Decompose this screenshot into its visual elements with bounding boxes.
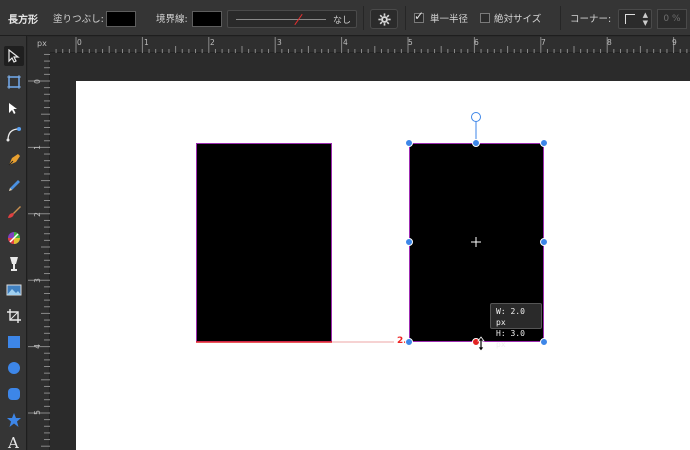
h-ruler-label: 3 (277, 38, 282, 47)
v-ruler-label: 1 (32, 145, 42, 150)
rotation-handle[interactable] (471, 112, 481, 122)
horizontal-ruler[interactable]: 0 1 2 3 4 5 6 7 8 9 (50, 37, 690, 53)
stroke-color-swatch[interactable] (192, 11, 222, 27)
resize-handle-left[interactable] (405, 238, 413, 246)
single-radius-label: 単一半径 (430, 14, 469, 25)
corner-tool-icon (6, 127, 21, 142)
pen-tool-icon (8, 154, 20, 166)
h-ruler-label: 2 (210, 38, 215, 47)
corner-shape-icon (625, 14, 635, 24)
corner-radius-input[interactable]: 0 % (657, 9, 687, 29)
context-toolbar: 長方形 塗りつぶし: 境界線: なし 単一半径 絶対サイズ コーナー: ▲▼ 0 (0, 0, 690, 36)
resize-handle-right[interactable] (540, 238, 548, 246)
corner-type-dropdown[interactable]: ▲ ▼ (618, 9, 652, 29)
move-tool-icon (8, 49, 20, 63)
stroke-label: 境界線: (156, 14, 188, 25)
tooltip-width: W: 2.0 px (496, 307, 525, 327)
h-ruler-label: 7 (541, 38, 546, 47)
toolbar-divider (405, 6, 406, 30)
fill-tool-icon (8, 232, 20, 244)
ellipse-tool[interactable] (4, 358, 24, 378)
h-ruler-label: 5 (408, 38, 413, 47)
h-ruler-label: 0 (77, 38, 82, 47)
artboard-tool[interactable] (4, 72, 24, 92)
move-tool[interactable] (4, 46, 24, 66)
text-tool[interactable]: A (4, 432, 24, 450)
absolute-size-label: 絶対サイズ (494, 14, 542, 25)
stroke-value: なし (332, 16, 351, 26)
absolute-size-checkbox[interactable] (480, 13, 490, 23)
stepper-arrows-icon: ▲ ▼ (642, 11, 648, 27)
v-ruler-label: 2 (32, 212, 42, 217)
rounded-rectangle-tool[interactable] (4, 384, 24, 404)
tools-panel: A (0, 36, 27, 450)
crop-tool-icon (7, 309, 21, 323)
fill-tool[interactable] (4, 228, 24, 248)
pencil-tool-icon (9, 180, 20, 191)
place-image-tool-icon (6, 284, 22, 296)
vertical-ruler-ticks (28, 53, 50, 447)
v-ruler-label: 5 (32, 410, 42, 415)
ruler-unit: px (37, 39, 47, 48)
h-ruler-label: 8 (607, 38, 612, 47)
vertical-ruler[interactable]: 0 1 2 3 4 5 (28, 53, 50, 450)
gear-icon (377, 12, 391, 26)
pencil-tool[interactable] (4, 176, 24, 196)
tooltip-height: H: 3.0 px (496, 329, 525, 349)
toolbar-divider (363, 6, 364, 30)
text-tool-icon: A (7, 434, 19, 450)
v-ruler-label: 0 (32, 79, 42, 84)
slider-track (236, 19, 326, 20)
resize-handle-top[interactable] (472, 139, 480, 147)
rectangle-tool-icon (8, 336, 20, 348)
ruler-unit-corner: px (28, 37, 50, 53)
rectangle-shape-left[interactable] (196, 143, 332, 342)
resize-handle-top-right[interactable] (540, 139, 548, 147)
star-tool[interactable] (4, 410, 24, 430)
corner-label: コーナー: (570, 14, 612, 25)
place-image-tool[interactable] (4, 280, 24, 300)
svg-text:A: A (7, 434, 19, 450)
rectangle-tool[interactable] (4, 332, 24, 352)
transparency-tool[interactable] (4, 254, 24, 274)
brush-tool[interactable] (4, 202, 24, 222)
brush-tool-icon (8, 206, 21, 218)
h-ruler-label: 4 (343, 38, 348, 47)
node-tool[interactable] (4, 98, 24, 118)
v-ruler-label: 3 (32, 278, 42, 283)
resize-handle-top-left[interactable] (405, 139, 413, 147)
resize-handle-bottom-right[interactable] (540, 338, 548, 346)
star-tool-icon (7, 413, 21, 427)
transparency-tool-icon (10, 257, 18, 271)
corner-tool[interactable] (4, 124, 24, 144)
h-ruler-label: 1 (144, 38, 149, 47)
rounded-rectangle-tool-icon (8, 388, 20, 400)
node-tool-icon (9, 103, 17, 114)
v-ruler-label: 4 (32, 344, 42, 349)
resize-handle-bottom-left[interactable] (405, 338, 413, 346)
resize-cursor-icon (477, 336, 485, 352)
fill-label: 塗りつぶし: (53, 14, 104, 25)
document-page[interactable] (76, 81, 690, 450)
toolbar-divider (560, 6, 561, 30)
fill-color-swatch[interactable] (106, 11, 136, 27)
artboard-tool-icon (7, 75, 21, 89)
h-ruler-label: 6 (474, 38, 479, 47)
ellipse-tool-icon (8, 362, 20, 374)
stroke-settings-button[interactable] (370, 9, 398, 29)
tool-name: 長方形 (8, 14, 38, 26)
single-radius-checkbox[interactable] (414, 9, 424, 23)
stroke-width-slider[interactable]: なし (227, 10, 357, 28)
size-tooltip: W: 2.0 px H: 3.0 px (490, 303, 542, 349)
crop-tool[interactable] (4, 306, 24, 326)
pen-tool[interactable] (4, 150, 24, 170)
h-ruler-label: 9 (672, 38, 677, 47)
